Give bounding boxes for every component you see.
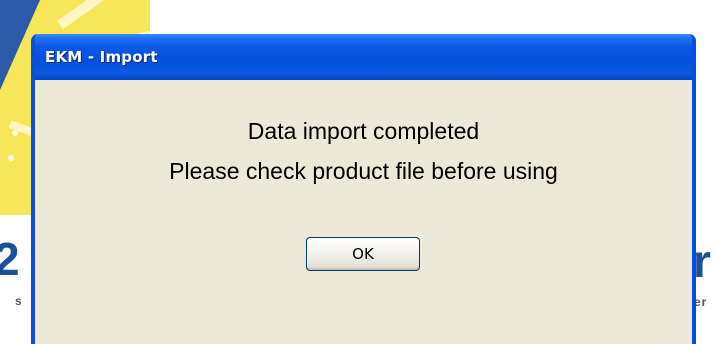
ok-button-label: OK — [352, 245, 374, 263]
background-tagline-left: s — [15, 294, 23, 308]
background-logo-text-left: 2 — [0, 233, 20, 285]
background-tagline-right: er — [694, 295, 708, 309]
import-dialog: EKM - Import Data import completed Pleas… — [31, 34, 696, 344]
dialog-titlebar[interactable]: EKM - Import — [35, 34, 692, 80]
dialog-title: EKM - Import — [45, 48, 158, 66]
ok-button[interactable]: OK — [306, 237, 420, 271]
message-line-check-product: Please check product file before using — [169, 158, 558, 184]
message-line-completed: Data import completed — [247, 118, 480, 144]
